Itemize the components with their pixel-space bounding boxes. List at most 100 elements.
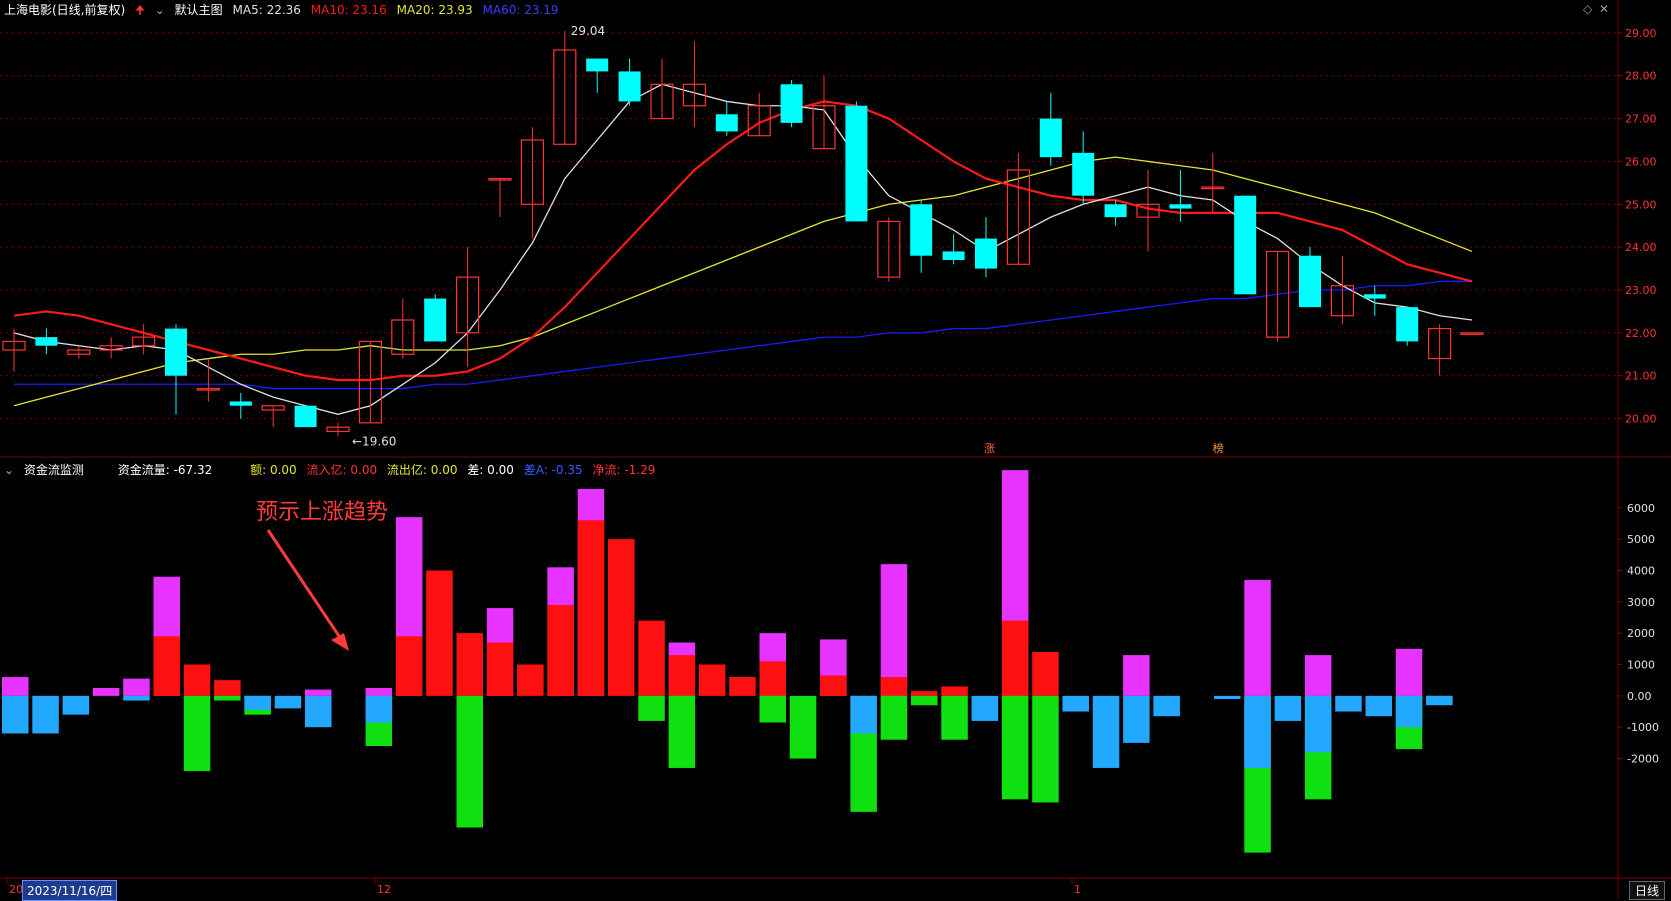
stock-title: 上海电影(日线,前复权) [4, 3, 126, 17]
flow-bar-red [608, 539, 635, 696]
candle-body-down [424, 298, 447, 342]
chart-canvas: 29.00 28.00 27.00 26.00 25.00 24.00 23.00 22.00… [0, 0, 1671, 899]
chevron-down-icon[interactable]: ⌄ [155, 3, 165, 17]
flow-bar-blue [244, 695, 271, 710]
period-button[interactable]: 日线 [1628, 881, 1665, 900]
y-tick-label: 21.00 [1625, 370, 1657, 383]
e-label: 额: 0.00 [250, 463, 297, 477]
flow-bar-blue [274, 695, 302, 709]
flow-bar-red [153, 636, 180, 696]
flow-bar-blue [123, 695, 150, 701]
flow-bar-magenta [92, 688, 120, 696]
x-tick-label: 1 [1074, 883, 1081, 896]
flow-bar-blue [1365, 695, 1392, 717]
ma60-label: MA60: 23.19 [482, 3, 559, 17]
y-tick-label: 29.00 [1625, 27, 1657, 40]
x-tick-label: 20 [9, 883, 23, 896]
sub-y-tick-label: 0.00 [1627, 690, 1652, 703]
flow-bar-blue [365, 695, 393, 723]
flow-bar-blue [850, 695, 877, 734]
flow-bar-red [880, 677, 908, 696]
flow-bar-blue [1304, 695, 1332, 753]
flow-bar-green [668, 695, 696, 768]
flow-bar-magenta [880, 564, 908, 696]
chevron-down-icon[interactable]: ⌄ [4, 463, 14, 477]
sub-y-tick-label: 3000 [1627, 596, 1655, 609]
candle-body-down [942, 251, 965, 260]
close-icon[interactable]: ✕ [1599, 2, 1609, 16]
sub-header: ⌄ 资金流监测 资金流量: -67.32 额: 0.00 流入亿: 0.00 流… [4, 461, 661, 478]
flow-bar-green [759, 695, 786, 723]
flow-bar-red [426, 570, 453, 696]
flow-bar-blue [1274, 695, 1302, 721]
flow-bar-blue [1395, 695, 1423, 728]
flow-bar-red [1001, 620, 1029, 696]
candle-body-down [1104, 204, 1127, 218]
annotation-text: 预示上涨趋势 [256, 500, 389, 525]
candle-body-down [780, 84, 803, 123]
flow-bar-red [183, 664, 211, 696]
candle-body-down [586, 58, 609, 72]
date-cursor-label: 2023/11/16/四 [22, 880, 118, 901]
y-tick-label: 24.00 [1625, 241, 1657, 254]
candle-body-down [1169, 204, 1192, 209]
flow-bar-green [214, 695, 241, 701]
flow-bar-red [638, 620, 665, 696]
flow-bar-magenta [1304, 655, 1332, 696]
candle-body-down [975, 238, 997, 269]
flow-bar-red [911, 691, 938, 696]
flow-bar-red [941, 686, 968, 696]
y-tick-label: 23.00 [1625, 284, 1657, 297]
flow-bar-red [547, 604, 574, 696]
candle-body-down [1363, 294, 1386, 299]
flow-bar-red [1032, 651, 1059, 696]
x-tick-label: 12 [377, 883, 391, 896]
candle-body-down [1072, 152, 1095, 196]
candle-body-down [229, 401, 252, 406]
sub-y-tick-label: 2000 [1627, 627, 1655, 640]
sub-y-tick-label: 5000 [1627, 533, 1655, 546]
candle-body-down [845, 105, 868, 222]
candle-body-down [165, 328, 187, 376]
flow-bar-green [911, 695, 938, 706]
flow-bar-magenta [365, 688, 393, 696]
flow-bar-red [729, 677, 756, 696]
flow-bar-green [941, 695, 968, 740]
diff-a-label: 差A: -0.35 [523, 463, 583, 477]
flow-bar-blue [1153, 695, 1180, 717]
y-tick-label: 26.00 [1625, 155, 1657, 168]
y-tick-label: 25.00 [1625, 198, 1657, 211]
ma5-label: MA5: 22.36 [232, 3, 301, 17]
candle-body-down [910, 204, 933, 256]
ma10-label: MA10: 23.16 [310, 3, 387, 17]
flow-bar-blue [971, 695, 999, 721]
diamond-icon[interactable]: ◇ [1583, 2, 1592, 16]
diff-label: 差: 0.00 [467, 463, 514, 477]
flow-bar-blue [62, 695, 90, 715]
sub-y-tick-label: 4000 [1627, 564, 1655, 577]
flow-bar-magenta [1123, 655, 1150, 696]
flow-bar-blue [1244, 695, 1271, 768]
flow-bar-red [395, 636, 423, 696]
flow-bar-magenta [1244, 579, 1271, 696]
flow-bar-blue [1335, 695, 1362, 712]
flow-bar-green [1001, 695, 1029, 800]
net-label: 净流: -1.29 [592, 463, 656, 477]
sub-y-tick-label: -1000 [1627, 721, 1659, 734]
flow-bar-blue [1123, 695, 1150, 743]
flow-bar-red [668, 655, 696, 696]
sub-y-tick-label: 1000 [1627, 659, 1655, 672]
flow-bar-magenta [123, 678, 150, 696]
flow-bar-blue [305, 695, 332, 728]
flow-bar-magenta [2, 677, 29, 696]
candle-body-down [618, 71, 641, 102]
candle-body-down [715, 114, 738, 132]
marker-label: 涨 [984, 442, 995, 455]
inflow-label: 流入亿: 0.00 [306, 463, 378, 477]
candle-body-down [1234, 195, 1257, 295]
flow-bar-red [486, 642, 514, 696]
main-chart-label[interactable]: 默认主图 [175, 3, 223, 17]
flow-bar-red [517, 664, 544, 696]
candle-body-down [1299, 255, 1321, 308]
flow-bar-green [880, 695, 908, 740]
